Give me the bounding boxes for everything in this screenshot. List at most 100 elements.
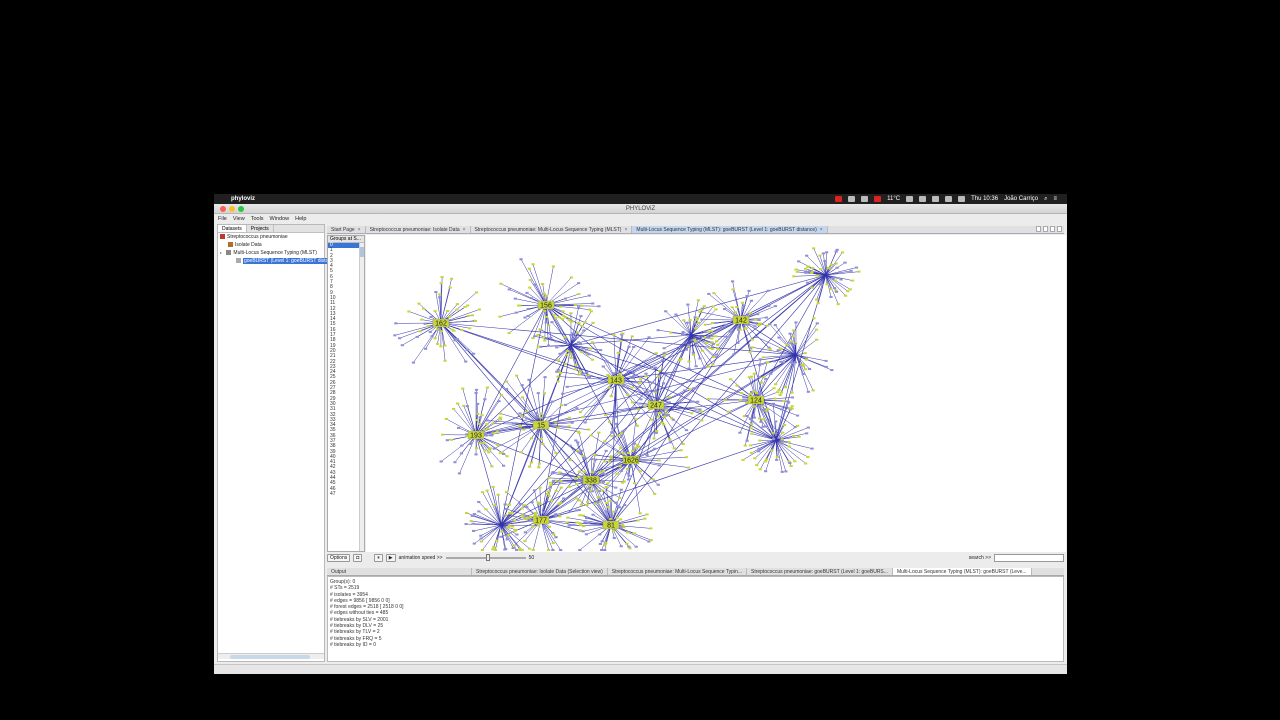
graph-node[interactable] [439,345,443,348]
graph-node[interactable] [766,407,770,410]
graph-node[interactable] [549,499,553,502]
graph-node[interactable] [569,337,574,340]
graph-node[interactable] [830,369,834,372]
graph-node[interactable] [574,477,578,480]
graph-node[interactable] [598,542,602,545]
graph-node[interactable] [810,286,814,289]
graph-node[interactable] [584,533,588,536]
graph-node[interactable] [743,444,747,447]
graph-node[interactable] [635,424,640,427]
graph-node[interactable] [743,327,747,330]
graph-node[interactable] [621,430,625,433]
graph-node[interactable] [491,432,495,435]
graph-node[interactable] [616,506,620,509]
graph-node[interactable] [757,364,762,367]
graph-node[interactable] [653,480,657,483]
graph-node[interactable] [485,489,489,492]
graph-node[interactable] [723,399,727,402]
graph-node[interactable] [804,356,809,359]
graph-node[interactable] [593,502,597,505]
graph-node[interactable] [578,411,582,414]
graph-node[interactable] [618,465,622,468]
graph-node[interactable] [441,433,445,436]
graph-node[interactable] [530,501,534,504]
graph-node[interactable] [519,258,523,261]
hub-node[interactable]: 143 [607,375,625,385]
graph-node[interactable] [498,315,502,318]
graph-node[interactable] [577,431,581,434]
graph-node[interactable] [804,462,808,465]
graph-node[interactable] [435,328,440,331]
graph-node[interactable] [833,279,837,282]
graph-node[interactable] [579,315,583,318]
graph-node[interactable] [480,491,485,494]
graph-node[interactable] [569,334,573,337]
graph-node[interactable] [710,322,715,325]
graph-node[interactable] [590,341,594,344]
graph-node[interactable] [475,447,479,450]
graph-node[interactable] [551,549,555,551]
graph-node[interactable] [653,447,657,450]
graph-node[interactable] [840,251,845,254]
graph-node[interactable] [512,544,516,547]
graph-node[interactable] [452,407,456,410]
graph-node[interactable] [587,353,591,356]
graph-node[interactable] [496,493,500,496]
graph-node[interactable] [780,470,784,473]
scrollbar-thumb[interactable] [230,655,310,659]
graph-node[interactable] [507,524,511,527]
menu-window[interactable]: Window [270,216,290,222]
graph-node[interactable] [483,432,488,435]
graph-node[interactable] [565,521,569,524]
graph-node[interactable] [567,425,571,428]
graph-node[interactable] [586,487,590,490]
graph-node[interactable] [584,348,589,351]
graph-node[interactable] [660,421,664,424]
graph-node[interactable] [536,501,540,504]
hub-node[interactable]: 247 [647,400,665,410]
graph-node[interactable] [465,405,469,408]
graph-node[interactable] [479,537,483,540]
tab-isolate-data[interactable]: Streptococcus pneumoniae: Isolate Data × [366,226,471,233]
graph-node[interactable] [651,478,655,481]
graph-node[interactable] [596,500,600,503]
graph-node[interactable] [783,386,787,389]
graph-node[interactable] [824,365,828,368]
graph-node[interactable] [492,504,497,507]
graph-node[interactable] [515,549,519,551]
graph-node[interactable] [551,542,555,545]
graph-node[interactable] [556,426,560,429]
graph-node[interactable] [535,415,539,418]
graph-node[interactable] [446,309,450,312]
graph-node[interactable] [528,278,532,281]
graph-node[interactable] [729,378,733,381]
graph-node[interactable] [576,282,581,285]
graph-node[interactable] [539,412,544,415]
graph-node[interactable] [614,422,618,425]
graph-node[interactable] [738,328,742,331]
graph-node[interactable] [478,422,482,425]
graph-node[interactable] [804,271,808,274]
graph-node[interactable] [600,540,604,543]
graph-node[interactable] [605,360,609,363]
graph-node[interactable] [537,524,541,527]
graph-node[interactable] [792,435,796,438]
graph-node[interactable] [684,429,689,432]
graph-node[interactable] [722,308,727,311]
graph-node[interactable] [484,434,488,437]
graph-node[interactable] [747,376,751,379]
graph-node[interactable] [794,268,798,271]
graph-node[interactable] [706,365,710,368]
graph-node[interactable] [575,407,579,410]
slider-knob[interactable] [485,553,490,561]
graph-node[interactable] [553,440,557,443]
menu-view[interactable]: View [233,216,245,222]
graph-node[interactable] [581,530,585,533]
graph-node[interactable] [615,472,619,475]
graph-node[interactable] [619,469,624,472]
graph-node[interactable] [566,516,570,519]
graph-node[interactable] [586,501,590,504]
graph-node[interactable] [546,490,551,493]
clock[interactable]: Thu 10:36 [971,196,998,202]
graph-node[interactable] [487,451,491,454]
